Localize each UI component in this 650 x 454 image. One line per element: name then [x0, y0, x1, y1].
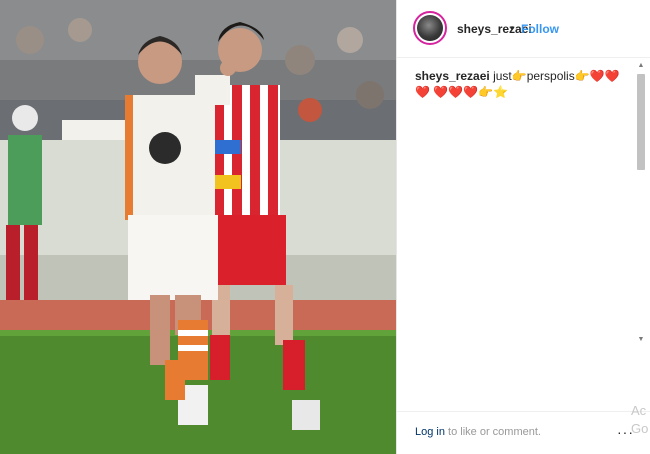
avatar-image — [417, 15, 443, 41]
separator-dot: • — [510, 21, 515, 35]
caption-username[interactable]: sheys_rezaei — [415, 69, 490, 83]
login-link[interactable]: Log in — [415, 426, 445, 438]
scroll-up-icon[interactable]: ▲ — [637, 62, 645, 70]
post-sidebar: sheys_rezaei • Follow sheys_rezaei just👉… — [396, 0, 650, 454]
post-photo[interactable] — [0, 0, 396, 454]
activation-watermark: Ac Go — [631, 403, 649, 436]
login-suffix: to like or comment. — [444, 426, 541, 438]
caption: sheys_rezaei just👉perspolis👉❤️❤️❤️ ❤️❤️❤… — [415, 68, 629, 100]
post-header: sheys_rezaei • Follow — [397, 0, 650, 58]
follow-button[interactable]: Follow — [521, 22, 559, 36]
login-prompt: Log in to like or comment. — [415, 426, 541, 438]
scrollbar-thumb[interactable] — [637, 74, 645, 170]
post-footer: Log in to like or comment. ··· — [397, 411, 650, 454]
scroll-down-icon[interactable]: ▼ — [637, 336, 645, 344]
avatar[interactable] — [413, 11, 447, 45]
comments-scrollbar[interactable]: ▲ ▼ — [635, 62, 647, 344]
